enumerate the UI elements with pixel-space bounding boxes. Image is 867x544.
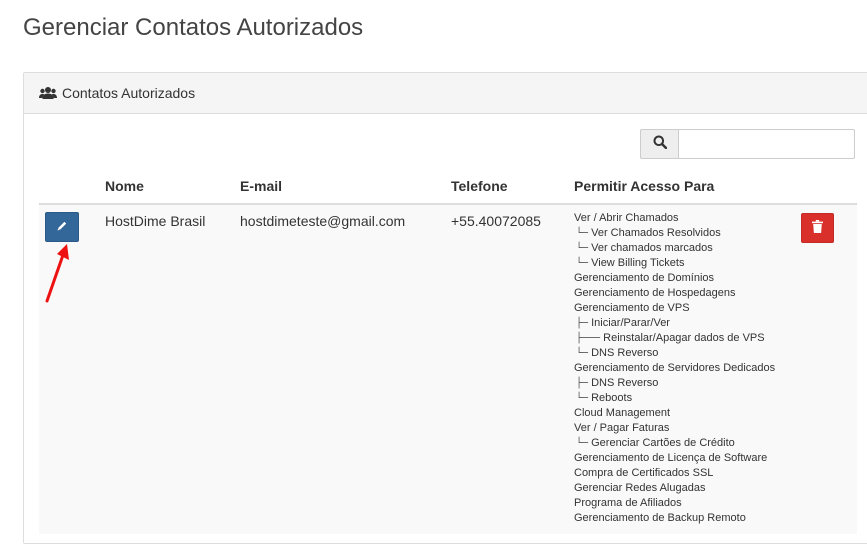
authorized-contacts-panel: Contatos Autorizados Nome E-mail Telefon…: [23, 72, 867, 544]
permission-item: Gerenciamento de Licença de Software: [574, 451, 793, 466]
table-header-row: Nome E-mail Telefone Permitir Acesso Par…: [39, 169, 857, 205]
search-button[interactable]: [640, 129, 678, 159]
permission-label: Gerenciar Cartões de Crédito: [591, 437, 735, 449]
header-email: E-mail: [232, 169, 443, 205]
page-title: Gerenciar Contatos Autorizados: [23, 14, 364, 41]
permissions-list: Ver / Abrir Chamados └─ Ver Chamados Reso…: [574, 211, 793, 526]
permission-item: └─ Gerenciar Cartões de Crédito: [574, 436, 793, 451]
permission-label: Gerenciar Redes Alugadas: [574, 482, 706, 494]
permission-item: ├─── Reinstalar/Apagar dados de VPS: [574, 331, 793, 346]
contacts-table: Nome E-mail Telefone Permitir Acesso Par…: [39, 169, 857, 534]
permission-label: Gerenciamento de Licença de Software: [574, 452, 768, 464]
permission-item: └─ Reboots: [574, 391, 793, 406]
contact-permissions: Ver / Abrir Chamados └─ Ver Chamados Reso…: [566, 204, 801, 534]
permission-label: Compra de Certificados SSL: [574, 467, 714, 479]
permission-item: └─ Ver chamados marcados: [574, 241, 793, 256]
panel-heading: Contatos Autorizados: [24, 73, 867, 114]
permission-label: DNS Reverso: [591, 347, 659, 359]
tree-connector: └─: [576, 393, 589, 404]
table-row: HostDime Brasil hostdimeteste@gmail.com …: [39, 204, 857, 534]
header-name: Nome: [97, 169, 232, 205]
permission-label: Ver Chamados Resolvidos: [591, 227, 721, 239]
permission-label: View Billing Tickets: [591, 257, 685, 269]
edit-button[interactable]: [45, 212, 79, 242]
permission-label: Ver / Pagar Faturas: [574, 422, 670, 434]
permission-item: Gerenciamento de Servidores Dedicados: [574, 361, 793, 376]
permission-label: Gerenciamento de Servidores Dedicados: [574, 362, 776, 374]
delete-button[interactable]: [801, 213, 834, 243]
permission-label: Reboots: [591, 392, 633, 404]
permission-label: Gerenciamento de Backup Remoto: [574, 512, 746, 524]
permission-label: Ver / Abrir Chamados: [574, 212, 679, 224]
permission-label: Cloud Management: [574, 407, 671, 419]
tree-connector: └─: [576, 228, 589, 239]
permission-item: Ver / Pagar Faturas: [574, 421, 793, 436]
permission-item: Gerenciar Redes Alugadas: [574, 481, 793, 496]
contact-phone: +55.40072085: [451, 213, 541, 229]
users-icon: [39, 86, 57, 100]
permission-label: Gerenciamento de VPS: [574, 302, 690, 314]
red-arrow-icon: [44, 240, 74, 311]
tree-connector: └─: [576, 438, 589, 449]
search-group: [640, 129, 855, 159]
permission-label: Gerenciamento de Hospedagens: [574, 287, 736, 299]
permission-label: Iniciar/Parar/Ver: [591, 317, 670, 329]
permission-label: Ver chamados marcados: [591, 242, 713, 254]
permission-item: Compra de Certificados SSL: [574, 466, 793, 481]
tree-connector: └─: [576, 243, 589, 254]
pencil-icon: [56, 219, 68, 235]
delete-cell: [801, 204, 857, 534]
contact-email: hostdimeteste@gmail.com: [240, 213, 406, 229]
header-permissions: Permitir Acesso Para: [566, 169, 801, 205]
tree-connector: └─: [576, 348, 589, 359]
permission-item: Programa de Afiliados: [574, 496, 793, 511]
permission-item: └─ Ver Chamados Resolvidos: [574, 226, 793, 241]
trash-icon: [812, 220, 823, 236]
panel-heading-label: Contatos Autorizados: [62, 85, 196, 101]
permission-item: └─ View Billing Tickets: [574, 256, 793, 271]
permission-item: Ver / Abrir Chamados: [574, 211, 793, 226]
permission-item: Gerenciamento de Backup Remoto: [574, 511, 793, 526]
permission-item: Gerenciamento de VPS: [574, 301, 793, 316]
permission-item: Gerenciamento de Domínios: [574, 271, 793, 286]
permission-item: Gerenciamento de Hospedagens: [574, 286, 793, 301]
permission-label: Programa de Afiliados: [574, 497, 682, 509]
permission-label: DNS Reverso: [591, 377, 659, 389]
tree-connector: ├───: [576, 333, 601, 344]
contact-name: HostDime Brasil: [105, 213, 206, 229]
tree-connector: ├─: [576, 378, 589, 389]
tree-connector: ├─: [576, 318, 589, 329]
header-phone: Telefone: [443, 169, 566, 205]
permission-item: ├─ DNS Reverso: [574, 376, 793, 391]
tree-connector: └─: [576, 258, 589, 269]
permission-item: └─ DNS Reverso: [574, 346, 793, 361]
search-icon: [653, 135, 667, 154]
permission-label: Reinstalar/Apagar dados de VPS: [603, 332, 765, 344]
permission-item: Cloud Management: [574, 406, 793, 421]
permission-label: Gerenciamento de Domínios: [574, 272, 715, 284]
search-input[interactable]: [678, 129, 855, 159]
header-delete: [801, 169, 857, 205]
header-actions: [39, 169, 97, 205]
permission-item: ├─ Iniciar/Parar/Ver: [574, 316, 793, 331]
